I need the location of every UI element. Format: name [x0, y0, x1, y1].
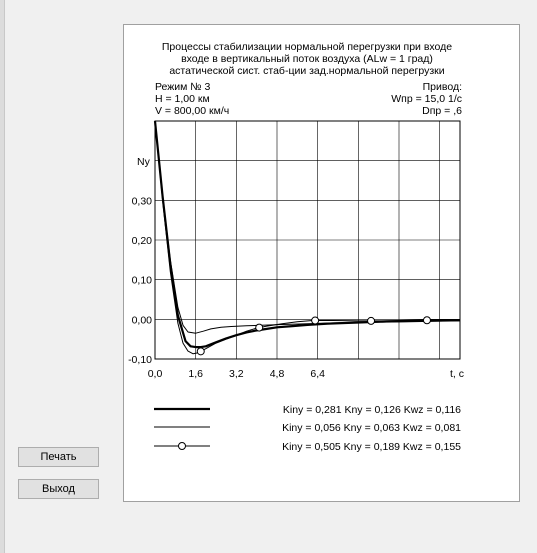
print-button[interactable]: Печать: [18, 447, 99, 467]
legend-marker: [178, 442, 186, 450]
actuator-w-label: Wпр = 15,0 1/с: [391, 93, 462, 105]
x-tick-label: 3,2: [229, 368, 244, 380]
series-marker: [196, 347, 205, 356]
x-tick-label: 1,6: [188, 368, 203, 380]
series-line-1: [153, 120, 461, 349]
x-axis-label: t, c: [450, 368, 464, 380]
y-tick-label: -0,10: [128, 354, 152, 366]
legend-label-1: Kiny = 0,281 Kny = 0,126 Kwz = 0,116: [283, 404, 461, 416]
y-axis-label: Ny: [137, 156, 151, 168]
title-line-1: Процессы стабилизации нормальной перегру…: [162, 41, 452, 53]
series-marker: [311, 316, 320, 325]
title-line-2: входе в вертикальный поток воздуха (ALw …: [181, 53, 433, 65]
actuator-d-label: Dпр = ,6: [422, 105, 462, 117]
series-marker: [422, 316, 431, 325]
title-line-3: астатической сист. стаб-ции зад.нормальн…: [169, 65, 444, 77]
series: [153, 120, 461, 356]
mode-label: Режим № 3: [155, 81, 210, 93]
x-tick-label: 0,0: [148, 368, 163, 380]
x-tick-label: 6,4: [310, 368, 325, 380]
chart: Процессы стабилизации нормальной перегру…: [128, 41, 464, 453]
exit-button[interactable]: Выход: [18, 479, 99, 499]
series-line-2: [154, 120, 461, 334]
window-edge: [0, 0, 5, 553]
y-tick-label: 0,00: [132, 314, 153, 326]
series-marker: [367, 316, 376, 325]
actuator-label: Привод:: [423, 81, 462, 93]
axes: -0,10 0,00 0,10 0,20 0,30 0,0 1,6 3,2 4,8 6,4: [128, 120, 461, 380]
x-tick-label: 4,8: [270, 368, 285, 380]
series-line-3: [154, 120, 460, 355]
y-tick-label: 0,30: [132, 195, 153, 207]
series-marker: [255, 323, 264, 332]
chart-header: Процессы стабилизации нормальной перегру…: [155, 41, 462, 117]
legend: Kiny = 0,281 Kny = 0,126 Kwz = 0,116 Kiny…: [154, 404, 461, 453]
speed-label: V = 800,00 км/ч: [155, 105, 229, 117]
legend-label-2: Kiny = 0,056 Kny = 0,063 Kwz = 0,081: [282, 422, 461, 434]
legend-label-3: Kiny = 0,505 Kny = 0,189 Kwz = 0,155: [282, 441, 461, 453]
y-tick-label: 0,20: [132, 235, 153, 247]
chart-panel: Процессы стабилизации нормальной перегру…: [123, 24, 520, 502]
altitude-label: H = 1,00 км: [155, 93, 210, 105]
y-tick-label: 0,10: [132, 275, 153, 287]
